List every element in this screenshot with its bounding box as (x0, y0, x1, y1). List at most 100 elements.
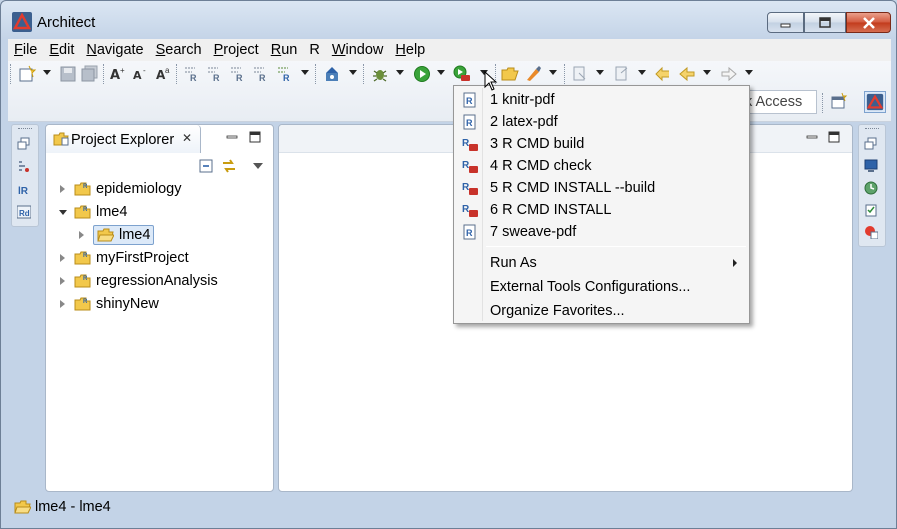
menu-item-r-cmd-check[interactable]: R 4 R CMD check (456, 155, 747, 177)
run-r-function-icon[interactable]: R (229, 65, 247, 83)
menu-item-latex-pdf[interactable]: R 2 latex-pdf (456, 111, 747, 133)
collapse-all-icon[interactable] (199, 159, 213, 173)
menu-run[interactable]: Run (265, 42, 304, 58)
run-r-line-icon[interactable]: R (183, 65, 201, 83)
r-console-icon[interactable] (323, 65, 341, 83)
back-icon[interactable] (678, 65, 696, 83)
console-view-icon[interactable] (864, 159, 878, 173)
run-r-submit-icon[interactable]: R (276, 65, 294, 83)
run-r-dropdown-arrow[interactable] (301, 70, 309, 75)
new-icon[interactable] (18, 65, 36, 83)
marker-icon[interactable] (524, 65, 542, 83)
save-icon[interactable] (59, 65, 77, 83)
maximize-editor-icon[interactable] (828, 131, 840, 143)
tree-item-epidemiology[interactable]: R epidemiology (58, 178, 181, 200)
forward-dropdown-arrow[interactable] (745, 70, 753, 75)
next-annotation-dropdown-arrow[interactable] (596, 70, 604, 75)
font-decrease-icon[interactable]: A- (132, 65, 150, 83)
marker-dropdown-arrow[interactable] (549, 70, 557, 75)
rd-view-icon[interactable]: Rd (17, 205, 31, 219)
menu-item-r-cmd-install[interactable]: R 6 R CMD INSTALL (456, 199, 747, 221)
history-view-icon[interactable] (864, 181, 878, 195)
minimize-button[interactable] (767, 12, 804, 33)
next-annotation-icon[interactable] (571, 65, 589, 83)
outline-view-icon[interactable] (17, 160, 31, 174)
run-dropdown-arrow[interactable] (437, 70, 445, 75)
window-title: Architect (37, 14, 96, 31)
previous-annotation-icon[interactable] (613, 65, 631, 83)
menu-item-r-cmd-build[interactable]: R 3 R CMD build (456, 133, 747, 155)
restore-icon[interactable] (17, 137, 31, 151)
font-style-icon[interactable]: Aa (155, 65, 173, 83)
menu-navigate[interactable]: Navigate (80, 42, 149, 58)
menu-bar: File Edit Navigate Search Project Run R … (8, 39, 891, 61)
expand-icon[interactable] (58, 184, 68, 194)
menu-search[interactable]: Search (150, 42, 208, 58)
tree-item-label: shinyNew (96, 296, 159, 312)
tree-item-lme4-child[interactable]: lme4 (77, 224, 155, 246)
menu-project[interactable]: Project (208, 42, 265, 58)
font-increase-icon[interactable]: A + (109, 65, 127, 83)
run-icon[interactable] (413, 65, 431, 83)
menu-item-knitr-pdf[interactable]: R 1 knitr-pdf (456, 89, 747, 111)
save-all-icon[interactable] (81, 65, 99, 83)
debug-dropdown-arrow[interactable] (396, 70, 404, 75)
close-button[interactable] (846, 12, 891, 33)
tree-item-regressionanalysis[interactable]: R regressionAnalysis (58, 270, 218, 292)
restore-icon[interactable] (864, 137, 878, 151)
external-tools-menu: R 1 knitr-pdf R 2 latex-pdf R 3 R CMD bu… (453, 85, 750, 324)
minimize-icon (780, 23, 790, 27)
minimize-view-icon[interactable] (226, 131, 238, 143)
collapse-icon[interactable] (58, 207, 68, 217)
maximize-button[interactable] (804, 12, 846, 33)
previous-annotation-dropdown-arrow[interactable] (638, 70, 646, 75)
forward-icon[interactable] (720, 65, 738, 83)
menu-item-run-as[interactable]: Run As (456, 252, 747, 274)
r-help-view-icon[interactable]: lR (17, 182, 31, 196)
menu-item-sweave-pdf[interactable]: R 7 sweave-pdf (456, 221, 747, 243)
problems-view-icon[interactable] (864, 225, 878, 239)
svg-text:A: A (110, 68, 120, 83)
r-project-folder-icon: R (74, 297, 91, 311)
menu-navigate-mnemonic: N (86, 42, 97, 58)
menu-file[interactable]: File (8, 42, 43, 58)
external-tools-icon[interactable] (453, 65, 471, 83)
quick-access-input[interactable]: k Access (743, 90, 817, 114)
menu-help[interactable]: Help (389, 42, 431, 58)
maximize-view-icon[interactable] (249, 131, 261, 143)
svg-text:Rd: Rd (19, 209, 30, 218)
tree-item-myfirstproject[interactable]: R myFirstProject (58, 247, 189, 269)
expand-icon[interactable] (58, 276, 68, 286)
tab-project-explorer[interactable]: Project Explorer ✕ (46, 125, 201, 153)
tasks-view-icon[interactable] (864, 203, 878, 217)
run-r-selection-icon[interactable]: R (206, 65, 224, 83)
selected-tree-item[interactable]: lme4 (93, 225, 155, 245)
tree-item-shinynew[interactable]: R shinyNew (58, 293, 159, 315)
svg-text:R: R (462, 204, 470, 215)
toolbar-separator (103, 64, 107, 84)
menu-item-external-tools-configurations[interactable]: External Tools Configurations... (456, 276, 747, 298)
link-with-editor-icon[interactable] (221, 159, 237, 173)
menu-edit[interactable]: Edit (43, 42, 80, 58)
tab-close-icon[interactable]: ✕ (182, 131, 192, 145)
debug-icon[interactable] (371, 65, 389, 83)
minimize-editor-icon[interactable] (806, 131, 818, 143)
menu-r[interactable]: R (303, 42, 325, 58)
expand-icon[interactable] (77, 230, 87, 240)
menu-item-organize-favorites[interactable]: Organize Favorites... (456, 300, 747, 322)
expand-icon[interactable] (58, 299, 68, 309)
run-r-file-icon[interactable]: R (252, 65, 270, 83)
menu-window[interactable]: Window (326, 42, 390, 58)
back-dropdown-arrow[interactable] (703, 70, 711, 75)
r-console-dropdown-arrow[interactable] (349, 70, 357, 75)
tree-item-lme4[interactable]: R lme4 (58, 201, 127, 223)
view-menu-icon[interactable] (253, 163, 263, 169)
open-folder-icon[interactable] (501, 65, 519, 83)
expand-icon[interactable] (58, 253, 68, 263)
menu-item-label: 1 knitr-pdf (490, 92, 555, 108)
architect-perspective-icon[interactable] (864, 91, 886, 113)
new-dropdown-arrow[interactable] (43, 70, 51, 75)
open-perspective-icon[interactable] (828, 91, 850, 113)
last-edit-location-icon[interactable] (654, 65, 672, 83)
menu-item-r-cmd-install-build[interactable]: R 5 R CMD INSTALL --build (456, 177, 747, 199)
